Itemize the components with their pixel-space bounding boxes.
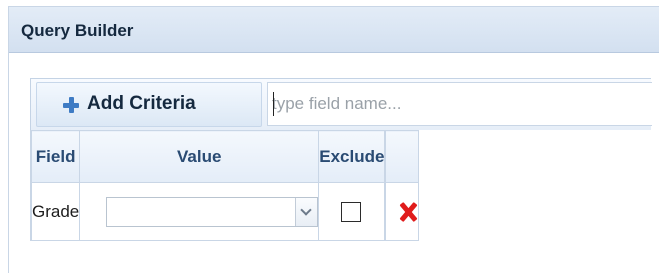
add-criteria-label: Add Criteria [87, 93, 196, 114]
text-cursor [273, 92, 274, 116]
column-header-value[interactable]: Value [79, 130, 320, 183]
panel-title: Query Builder [21, 21, 134, 40]
value-select[interactable] [106, 196, 319, 227]
value-cell [79, 182, 320, 241]
exclude-checkbox[interactable] [341, 201, 362, 222]
plus-icon [63, 97, 79, 113]
value-select-dropdown-button[interactable] [295, 197, 318, 226]
delete-cell [385, 182, 420, 241]
field-name-input[interactable] [267, 82, 652, 126]
panel-header: Query Builder [9, 7, 659, 53]
exclude-cell [318, 182, 386, 241]
chevron-down-icon [300, 203, 312, 216]
delete-x-icon[interactable] [398, 202, 418, 222]
column-header-exclude[interactable]: Exclude [318, 130, 386, 183]
criteria-toolbar: Add Criteria [30, 78, 652, 130]
field-cell: Grade [30, 182, 81, 241]
column-header-actions [385, 130, 420, 183]
column-header-field[interactable]: Field [30, 130, 81, 183]
table-row: Grade [30, 182, 420, 241]
grid-header-row: Field Value Exclude [30, 130, 420, 183]
add-criteria-button[interactable]: Add Criteria [36, 82, 262, 127]
criteria-grid: Field Value Exclude Grade [30, 130, 420, 241]
